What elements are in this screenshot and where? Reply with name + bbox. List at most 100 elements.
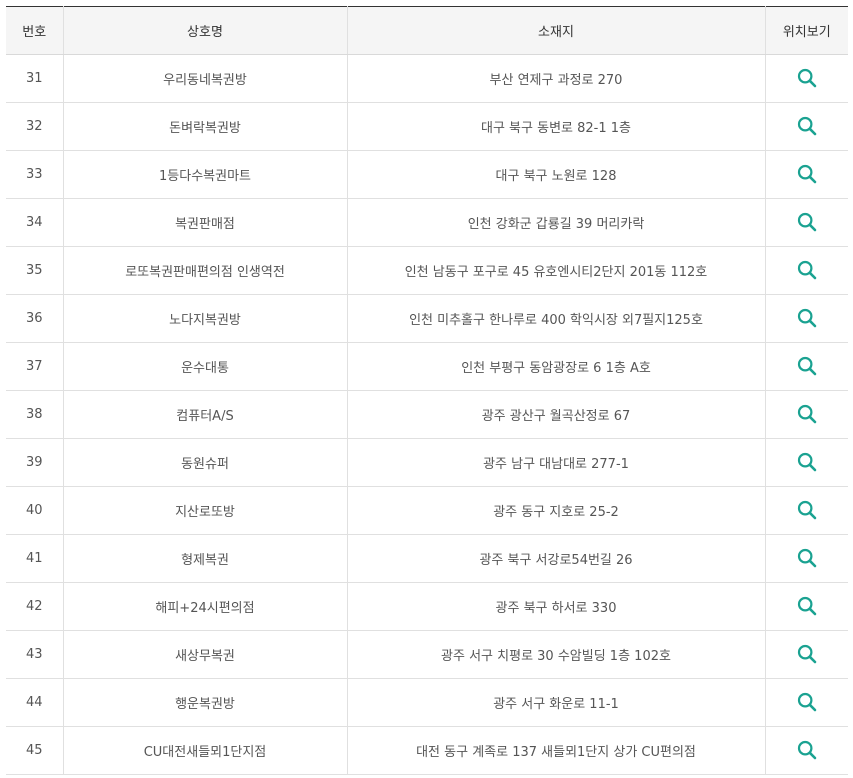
view-location-button[interactable] [795,162,819,186]
store-address: 대전 동구 계족로 137 새들뫼1단지 상가 CU편의점 [346,726,765,775]
view-location-button[interactable] [795,594,819,618]
view-location-button[interactable] [795,642,819,666]
store-name: 로또복권판매편의점 인생역전 [62,246,347,295]
table-row: 32 돈벼락복권방 대구 북구 동변로 82-1 1층 [6,102,848,151]
row-number: 37 [6,342,63,391]
table-row: 31 우리동네복권방 부산 연제구 과정로 270 [6,54,848,103]
row-number: 33 [6,150,63,199]
search-icon [797,356,817,375]
store-name: 우리동네복권방 [62,54,347,103]
search-icon [797,596,817,615]
row-number: 34 [6,198,63,247]
store-address: 인천 강화군 갑룡길 39 머리카락 [346,198,765,247]
location-cell [764,342,848,391]
store-address: 광주 동구 지호로 25-2 [346,486,765,535]
search-icon [797,164,817,183]
row-number: 42 [6,582,63,631]
table-row: 38 컴퓨터A/S 광주 광산구 월곡산정로 67 [6,390,848,439]
table-row: 35 로또복권판매편의점 인생역전 인천 남동구 포구로 45 유호엔시티2단지 2… [6,246,848,295]
location-cell [764,486,848,535]
table-row: 33 1등다수복권마트 대구 북구 노원로 128 [6,150,848,199]
store-address: 광주 서구 화운로 11-1 [346,678,765,727]
store-address: 광주 북구 서강로54번길 26 [346,534,765,583]
header-location: 위치보기 [764,6,848,55]
search-icon [797,500,817,519]
location-cell [764,438,848,487]
table-row: 42 해피+24시편의점 광주 북구 하서로 330 [6,582,848,631]
table-row: 34 복권판매점 인천 강화군 갑룡길 39 머리카락 [6,198,848,247]
location-cell [764,726,848,775]
row-number: 38 [6,390,63,439]
store-name: 행운복권방 [62,678,347,727]
store-address: 대구 북구 노원로 128 [346,150,765,199]
search-icon [797,404,817,423]
store-name: 해피+24시편의점 [62,582,347,631]
view-location-button[interactable] [795,210,819,234]
view-location-button[interactable] [795,738,819,762]
view-location-button[interactable] [795,306,819,330]
search-icon [797,260,817,279]
store-address: 대구 북구 동변로 82-1 1층 [346,102,765,151]
search-icon [797,212,817,231]
store-table: 번호 상호명 소재지 위치보기 31 우리동네복권방 부산 연제구 과정로 270 3… [6,6,848,775]
location-cell [764,630,848,679]
table-row: 40 지산로또방 광주 동구 지호로 25-2 [6,486,848,535]
view-location-button[interactable] [795,258,819,282]
table-row: 43 새상무복권 광주 서구 치평로 30 수암빌딩 1층 102호 [6,630,848,679]
view-location-button[interactable] [795,450,819,474]
header-row: 번호 상호명 소재지 위치보기 [6,6,848,55]
table-row: 36 노다지복권방 인천 미추홀구 한나루로 400 학익시장 외7필지125호 [6,294,848,343]
store-name: 동원슈퍼 [62,438,347,487]
view-location-button[interactable] [795,66,819,90]
view-location-button[interactable] [795,498,819,522]
row-number: 39 [6,438,63,487]
header-store-name: 상호명 [62,6,347,55]
search-icon [797,68,817,87]
store-address: 광주 광산구 월곡산정로 67 [346,390,765,439]
store-name: 노다지복권방 [62,294,347,343]
row-number: 32 [6,102,63,151]
search-icon [797,116,817,135]
table-body: 31 우리동네복권방 부산 연제구 과정로 270 32 돈벼락복권방 대구 북구 동변로… [6,54,848,775]
location-cell [764,582,848,631]
location-cell [764,678,848,727]
store-address: 부산 연제구 과정로 270 [346,54,765,103]
store-name: 형제복권 [62,534,347,583]
location-cell [764,102,848,151]
view-location-button[interactable] [795,114,819,138]
row-number: 41 [6,534,63,583]
store-name: 1등다수복권마트 [62,150,347,199]
view-location-button[interactable] [795,354,819,378]
location-cell [764,390,848,439]
view-location-button[interactable] [795,546,819,570]
store-address: 인천 미추홀구 한나루로 400 학익시장 외7필지125호 [346,294,765,343]
row-number: 45 [6,726,63,775]
store-name: 복권판매점 [62,198,347,247]
header-address: 소재지 [346,6,765,55]
location-cell [764,534,848,583]
row-number: 31 [6,54,63,103]
search-icon [797,308,817,327]
store-name: 돈벼락복권방 [62,102,347,151]
store-name: 운수대통 [62,342,347,391]
location-cell [764,150,848,199]
search-icon [797,692,817,711]
table-row: 44 행운복권방 광주 서구 화운로 11-1 [6,678,848,727]
search-icon [797,740,817,759]
search-icon [797,644,817,663]
table-row: 41 형제복권 광주 북구 서강로54번길 26 [6,534,848,583]
row-number: 40 [6,486,63,535]
header-no: 번호 [6,6,63,55]
search-icon [797,548,817,567]
store-address: 인천 부평구 동암광장로 6 1층 A호 [346,342,765,391]
row-number: 43 [6,630,63,679]
store-name: CU대전새들뫼1단지점 [62,726,347,775]
view-location-button[interactable] [795,690,819,714]
table-row: 37 운수대통 인천 부평구 동암광장로 6 1층 A호 [6,342,848,391]
table-header: 번호 상호명 소재지 위치보기 [6,6,848,55]
row-number: 35 [6,246,63,295]
view-location-button[interactable] [795,402,819,426]
store-list-container: 번호 상호명 소재지 위치보기 31 우리동네복권방 부산 연제구 과정로 270 3… [0,0,853,775]
store-name: 컴퓨터A/S [62,390,347,439]
location-cell [764,198,848,247]
